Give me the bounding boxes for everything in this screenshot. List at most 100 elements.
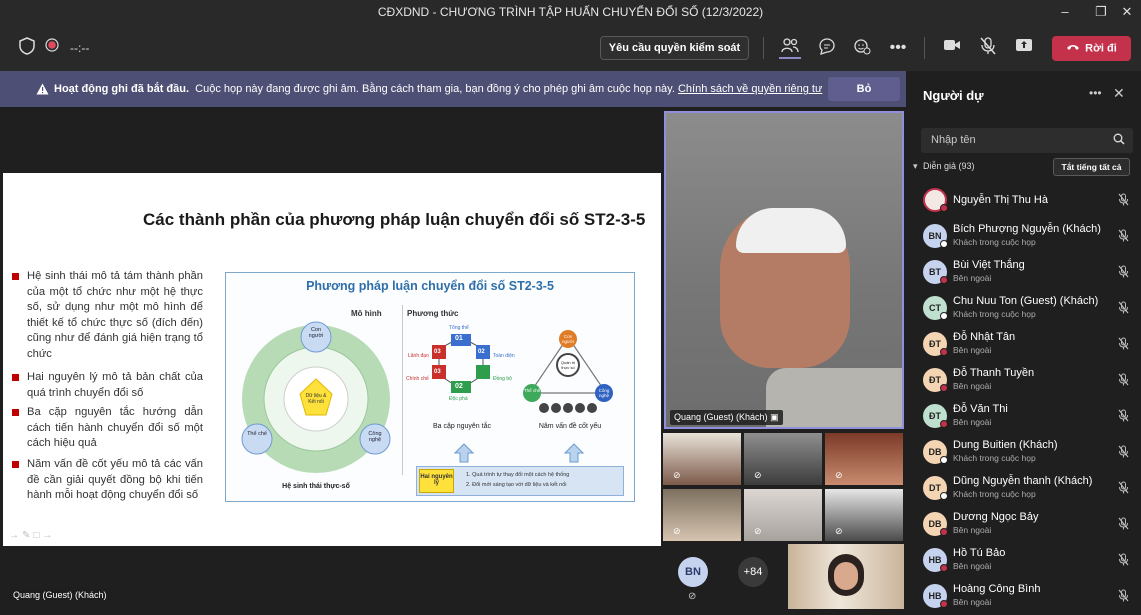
participant-role: Khách trong cuộc họp [953,489,1036,499]
participant-row[interactable]: DB Dương Ngọc Bảy Bên ngoài [906,507,1141,543]
mute-all-button[interactable]: Tắt tiếng tất cả [1053,158,1130,176]
mic-off-icon[interactable] [1118,229,1129,245]
participant-row[interactable]: HB Hoàng Công Bình Bên ngoài [906,579,1141,615]
mic-off-icon: ⊘ [673,470,681,480]
participant-row[interactable]: ĐT Đỗ Thanh Tuyền Bên ngoài [906,363,1141,399]
participant-row[interactable]: Nguyễn Thị Thu Hà [906,183,1141,219]
close-icon[interactable]: ✕ [1117,3,1137,21]
shield-icon[interactable] [16,37,38,59]
hex-label: Tổng thể [449,325,469,331]
participant-video[interactable]: ⊘ [825,489,903,541]
leave-button[interactable]: Rời đi [1052,36,1131,61]
col-method-label: Phương thức [407,309,459,318]
mic-off-icon[interactable] [1118,193,1129,209]
mic-off-icon[interactable] [1118,517,1129,533]
participant-row[interactable]: HB Hồ Tú Bảo Bên ngoài [906,543,1141,579]
status-badge [940,564,948,572]
mic-off-icon: ⊘ [754,526,762,536]
search-input[interactable]: Nhập tên [921,128,1133,153]
more-options-icon[interactable]: ••• [887,37,909,59]
close-icon[interactable]: ✕ [1113,85,1125,102]
mic-off-icon[interactable] [1118,589,1129,605]
slide-bullet: Ba cặp nguyên tắc hướng dẫn cách tiến hà… [12,405,203,452]
methodology-diagram: Phương pháp luận chuyển đổi số ST2-3-5 M… [225,272,635,502]
dismiss-banner-button[interactable]: Bỏ [828,77,900,101]
mic-off-icon[interactable] [1118,481,1129,497]
self-video[interactable] [788,544,904,609]
participant-row[interactable]: ĐT Đỗ Văn Thi Bên ngoài [906,399,1141,435]
minimize-icon[interactable]: – [1055,3,1075,21]
participant-video[interactable]: ⊘ [744,489,822,541]
mic-off-icon[interactable] [1118,553,1129,569]
mic-off-icon[interactable] [1118,301,1129,317]
hex-number: 03 [434,349,441,355]
mic-off-icon: ⊘ [754,470,762,480]
window-title: CĐXDND - CHƯƠNG TRÌNH TẬP HUẤN CHUYỂN ĐỔ… [377,5,764,19]
node-left-label: Thể chế [247,431,267,437]
mic-off-icon[interactable] [977,37,999,59]
section-header[interactable]: Diễn giả (93) [923,161,975,171]
status-badge [940,312,948,320]
up-arrow-icon [564,443,584,463]
share-screen-icon[interactable] [1013,37,1035,59]
status-badge [940,456,948,464]
speaker-video[interactable]: Quang (Guest) (Khách) ▣ [664,111,904,429]
participant-role: Khách trong cuộc họp [953,453,1036,463]
mic-off-icon[interactable] [1118,373,1129,389]
participant-row[interactable]: BT Bùi Việt Thắng Bên ngoài [906,255,1141,291]
participant-row[interactable]: DT Dũng Nguyễn thanh (Khách) Khách trong c… [906,471,1141,507]
participant-name: Dũng Nguyễn thanh (Khách) [953,475,1093,487]
slide-bullet: Hai nguyên lý mô tả bản chất của quá trì… [12,370,203,401]
diagram-title: Phương pháp luận chuyển đổi số ST2-3-5 [306,279,554,293]
screen-share-icon: ▣ [770,412,779,422]
mic-off-icon[interactable] [1118,409,1129,425]
participant-name: Hoàng Công Bình [953,583,1041,595]
more-options-icon[interactable]: ••• [1089,86,1102,100]
speaker-shirt [766,368,902,427]
status-badge [940,492,948,500]
participant-name: Dung Buitien (Khách) [953,439,1058,451]
overflow-participants-button[interactable]: +84 [738,557,768,587]
hex-label: Đồng bộ [493,376,512,382]
status-badge [940,528,948,536]
people-icon[interactable] [779,37,801,59]
chevron-down-icon[interactable]: ▾ [913,161,918,172]
principle-item: 1. Quá trình tự thay đổi một cách hệ thố… [466,472,570,478]
participant-role: Bên ngoài [953,273,992,283]
participant-video[interactable]: ⊘ [663,433,741,485]
participant-video[interactable]: ⊘ [663,489,741,541]
issues-label: Năm vấn đề cốt yếu [538,423,602,430]
slide-controls[interactable]: →✎□→ [9,530,55,541]
hex-number: 01 [455,335,463,342]
participant-row[interactable]: BN Bích Phượng Nguyễn (Khách) Khách trong … [906,219,1141,255]
tri-top-label: Con người [562,334,574,344]
meeting-toolbar: --:-- Yêu cầu quyền kiểm soát ••• Rời đi [0,24,1141,71]
restore-icon[interactable]: ❐ [1091,3,1111,21]
mic-off-icon[interactable] [1118,265,1129,281]
status-badge [940,348,948,356]
request-control-button[interactable]: Yêu cầu quyền kiểm soát [600,36,749,60]
privacy-link[interactable]: Chính sách về quyền riêng tư [678,83,822,95]
hex-label: Độc phá [449,396,468,402]
mic-off-icon: ⊘ [835,526,843,536]
participant-row[interactable]: ĐT Đỗ Nhật Tân Bên ngoài [906,327,1141,363]
participant-name: Dương Ngọc Bảy [953,511,1039,523]
principles-box-label: Hai nguyên lý [419,469,454,493]
banner-bold-text: Hoạt động ghi đã bắt đầu. [54,83,190,95]
divider [924,37,925,59]
hex-label: Chính chế [406,376,429,382]
avatar[interactable]: BN [678,557,708,587]
participant-video[interactable]: ⊘ [825,433,903,485]
camera-icon[interactable] [941,37,963,59]
chat-icon[interactable] [816,37,838,59]
status-badge [940,240,948,248]
mic-off-icon[interactable] [1118,445,1129,461]
participant-row[interactable]: DB Dung Buitien (Khách) Khách trong cuộc h… [906,435,1141,471]
reactions-icon[interactable] [851,37,873,59]
participant-video[interactable]: ⊘ [744,433,822,485]
participant-name: Đỗ Nhật Tân [953,331,1016,343]
panel-title: Người dự [923,88,984,103]
mic-off-icon[interactable] [1118,337,1129,353]
participant-row[interactable]: CT Chu Nuu Ton (Guest) (Khách) Khách trong… [906,291,1141,327]
slide-bullet: Hệ sinh thái mô tả tám thành phần của mộ… [12,269,203,363]
